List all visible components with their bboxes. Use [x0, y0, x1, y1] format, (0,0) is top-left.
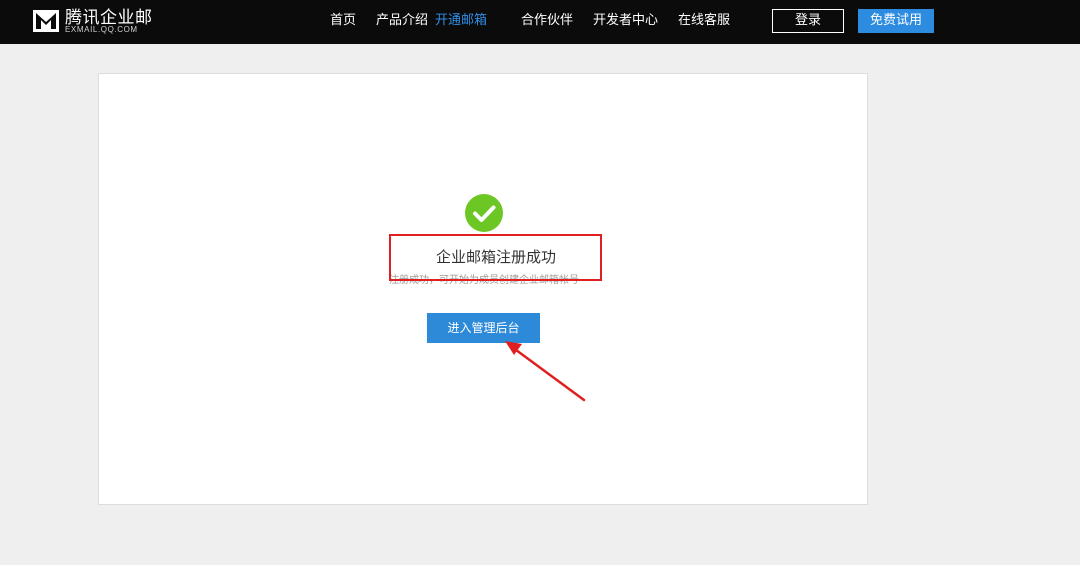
nav-item-products[interactable]: 产品介绍 [376, 12, 428, 30]
annotation-highlight-box [389, 234, 602, 281]
nav-item-partners[interactable]: 合作伙伴 [521, 12, 573, 30]
nav-item-developers[interactable]: 开发者中心 [593, 12, 658, 30]
check-circle-icon [465, 194, 503, 232]
nav-item-online-support[interactable]: 在线客服 [678, 12, 730, 30]
logo-subtitle: EXMAIL.QQ.COM [65, 25, 138, 34]
login-button[interactable]: 登录 [772, 9, 844, 33]
free-trial-button[interactable]: 免费试用 [858, 9, 934, 33]
main-nav: 首页 产品介绍 开通邮箱 合作伙伴 开发者中心 在线客服 [320, 0, 750, 44]
top-navigation-bar: 腾讯企业邮 EXMAIL.QQ.COM 首页 产品介绍 开通邮箱 合作伙伴 开发… [0, 0, 1080, 44]
nav-item-open-mailbox[interactable]: 开通邮箱 [435, 12, 487, 30]
success-card [98, 73, 868, 505]
nav-item-home[interactable]: 首页 [330, 12, 356, 30]
annotation-arrow-icon [505, 341, 586, 402]
mail-logo-icon [33, 10, 59, 32]
